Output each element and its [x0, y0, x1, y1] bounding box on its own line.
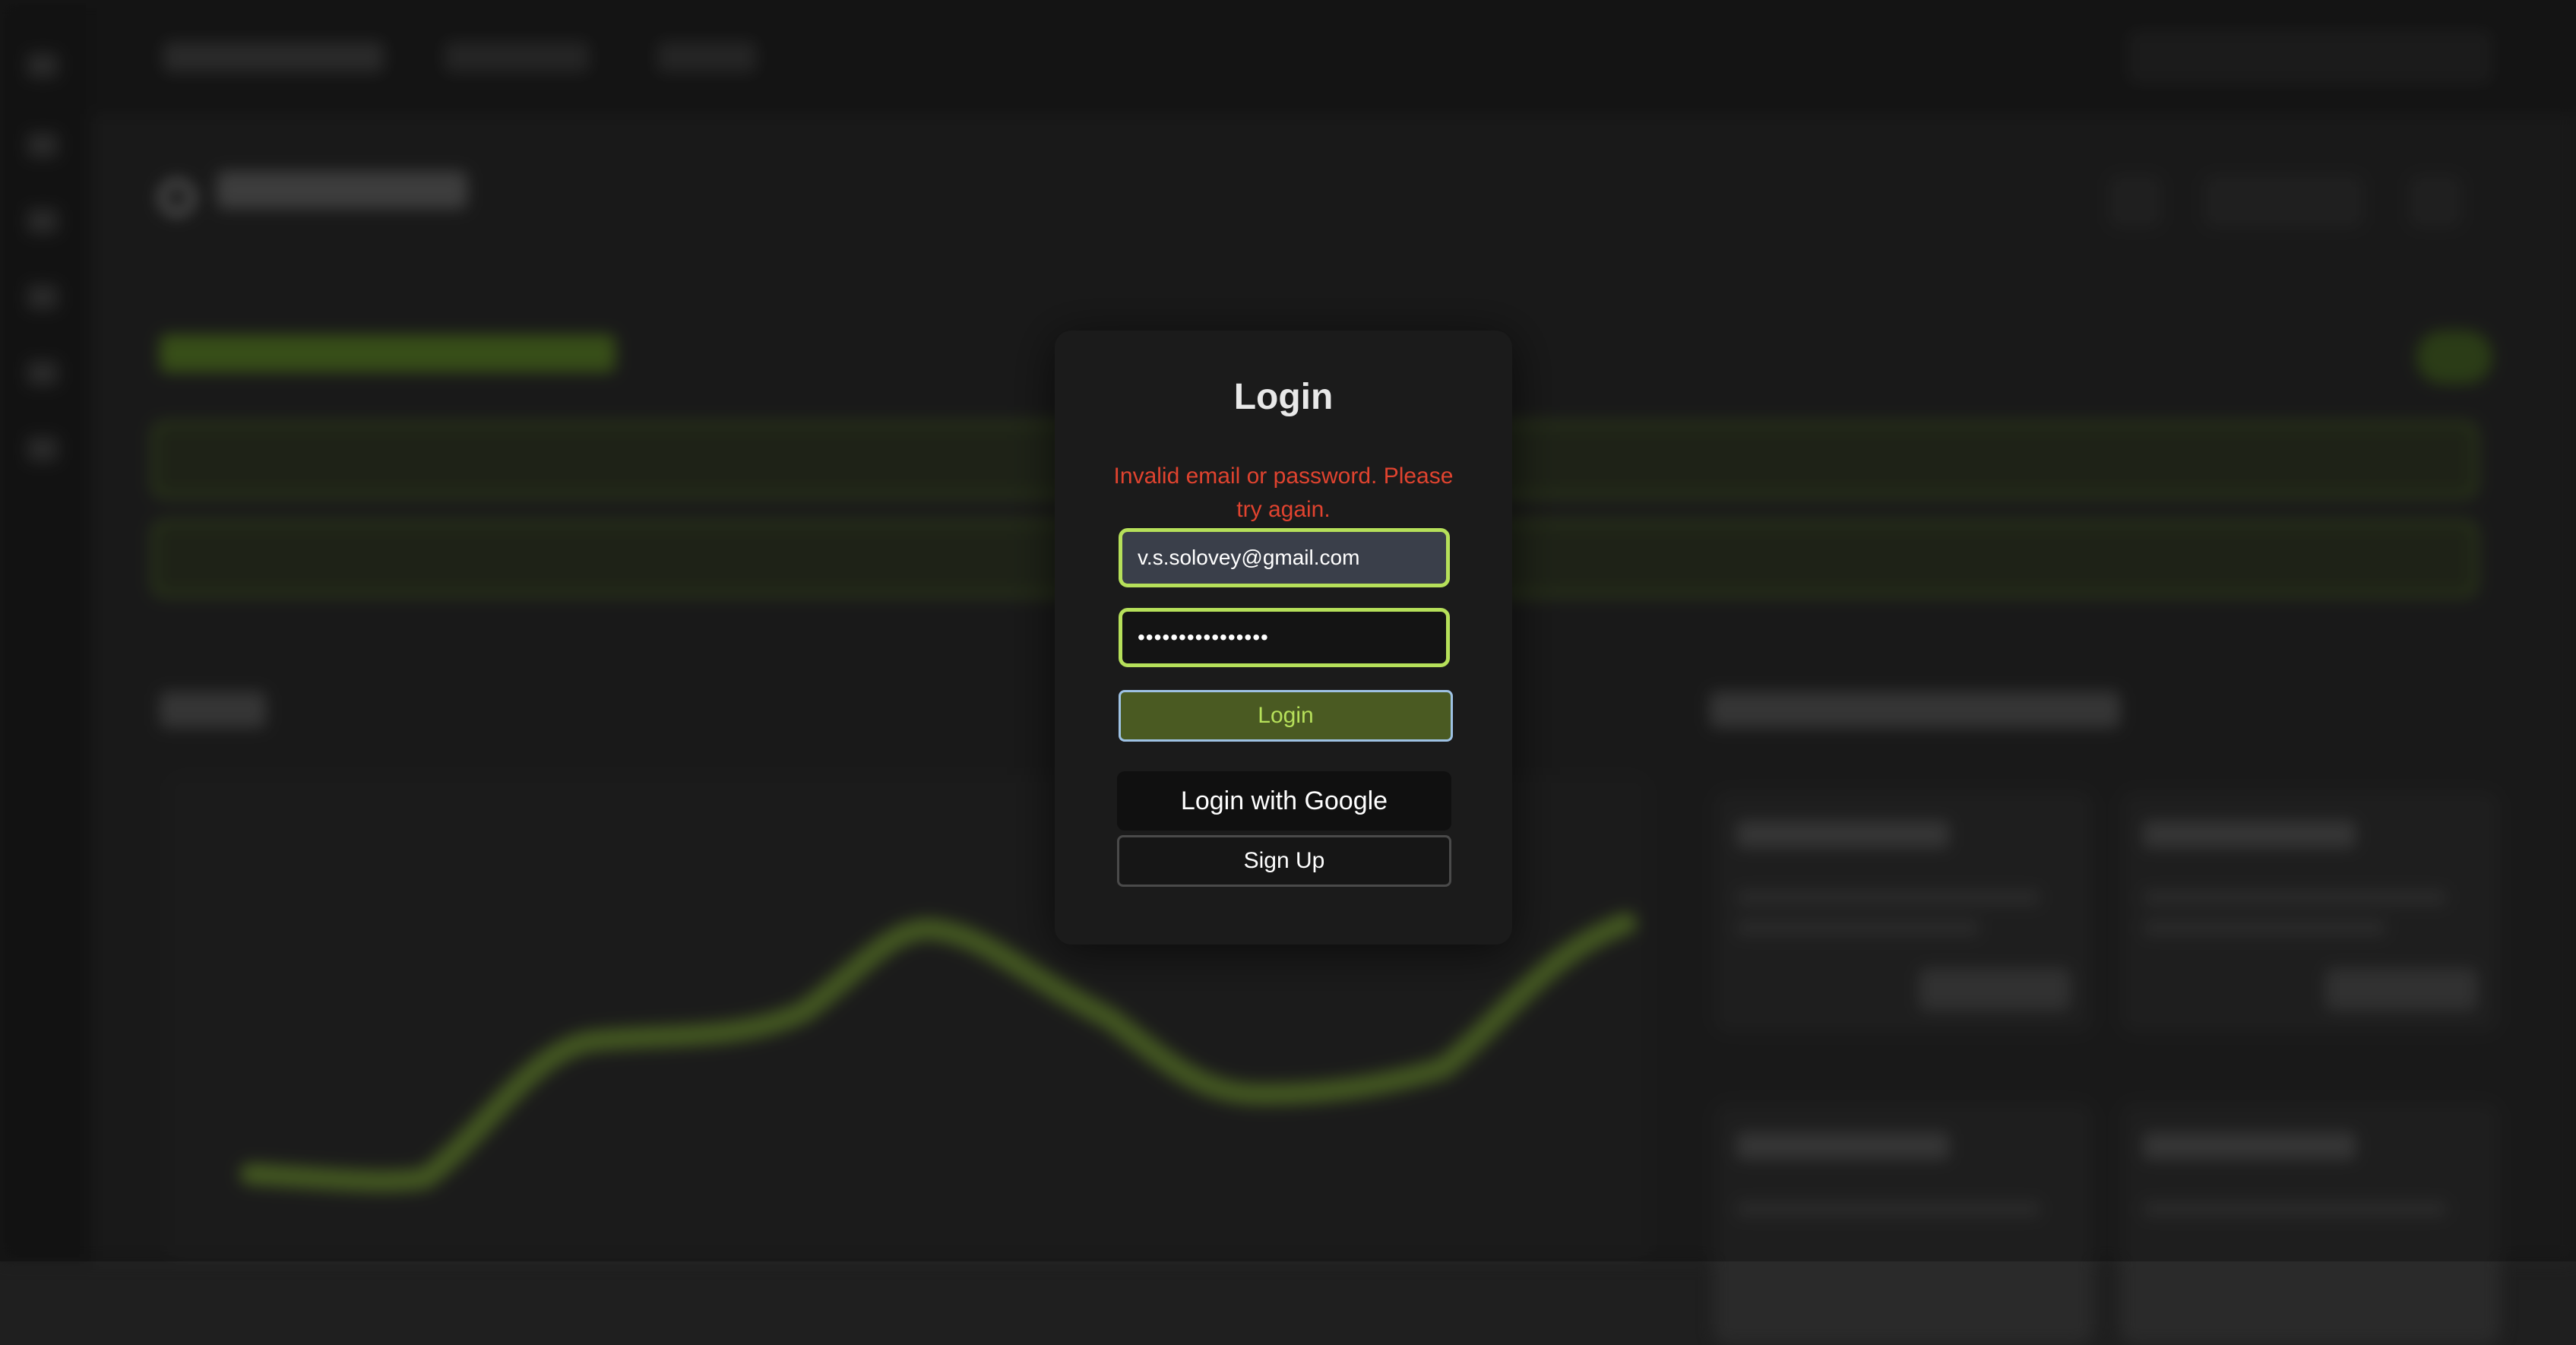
login-error-message: Invalid email or password. Please try ag… — [1113, 464, 1454, 522]
login-modal: Login Invalid email or password. Please … — [1055, 331, 1512, 945]
email-field[interactable] — [1119, 528, 1450, 587]
login-title: Login — [1233, 377, 1334, 417]
login-with-google-button[interactable]: Login with Google — [1117, 771, 1451, 831]
password-field[interactable] — [1119, 608, 1450, 667]
login-button[interactable]: Login — [1119, 690, 1453, 742]
sign-up-button[interactable]: Sign Up — [1117, 835, 1451, 887]
